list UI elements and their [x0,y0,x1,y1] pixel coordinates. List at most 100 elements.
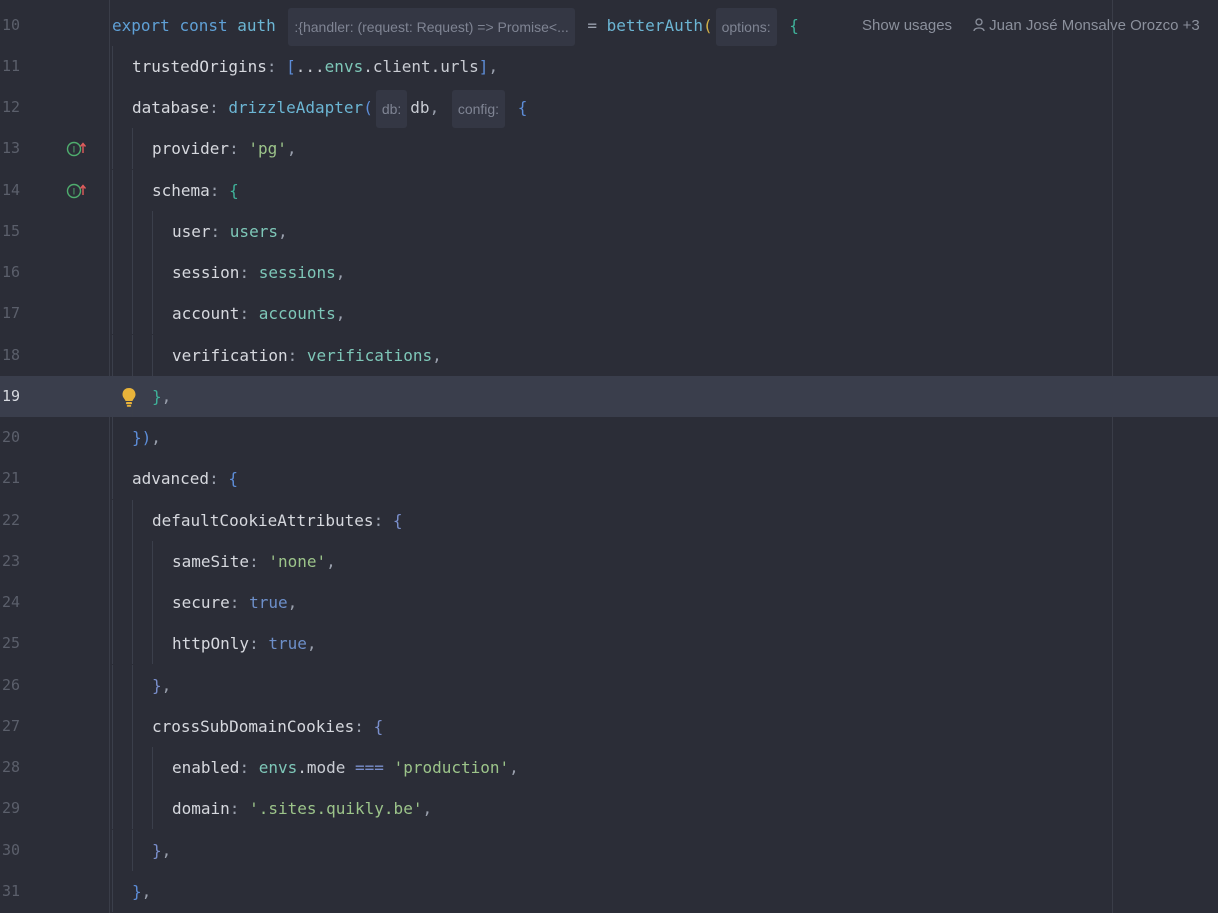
line-number[interactable]: 23 [0,541,32,582]
code-line-16[interactable]: 16 session: sessions, [0,252,1218,293]
code-line-19-current[interactable]: 19 }, [0,376,1218,417]
line-number[interactable]: 26 [0,665,32,706]
identifier-reference[interactable]: verifications [307,346,432,365]
code-text[interactable]: defaultCookieAttributes: { [152,500,402,541]
code-text[interactable]: }, [132,871,151,912]
code-line-14[interactable]: 14 I schema: { [0,170,1218,211]
code-text[interactable]: export const auth :{handler: (request: R… [112,5,799,46]
code-line-27[interactable]: 27 crossSubDomainCookies: { [0,706,1218,747]
line-number[interactable]: 18 [0,335,32,376]
code-text[interactable]: database: drizzleAdapter(db: db, config: … [132,87,527,128]
code-line-26[interactable]: 26 }, [0,665,1218,706]
author-annotation[interactable]: Juan José Monsalve Orozco +3 [973,5,1200,46]
identifier-reference[interactable]: sessions [259,263,336,282]
code-editor[interactable]: 10 export const auth :{handler: (request… [0,0,1218,913]
implementation-up-arrow-icon[interactable]: I [66,182,90,200]
line-number[interactable]: 10 [0,5,32,46]
line-number[interactable]: 21 [0,458,32,499]
property-key: defaultCookieAttributes [152,511,374,530]
code-line-25[interactable]: 25 httpOnly: true, [0,623,1218,664]
code-line-12[interactable]: 12 database: drizzleAdapter(db: db, confi… [0,87,1218,128]
code-line-30[interactable]: 30 }, [0,830,1218,871]
code-text[interactable]: advanced: { [132,458,238,499]
code-line-21[interactable]: 21 advanced: { [0,458,1218,499]
code-line-13[interactable]: 13 I provider: 'pg', [0,128,1218,169]
line-number[interactable]: 24 [0,582,32,623]
line-number[interactable]: 22 [0,500,32,541]
code-line-15[interactable]: 15 user: users, [0,211,1218,252]
line-number[interactable]: 12 [0,87,32,128]
code-line-11[interactable]: 11 trustedOrigins: [...envs.client.urls]… [0,46,1218,87]
property-key: provider [152,139,230,158]
line-number[interactable]: 15 [0,211,32,252]
code-line-20[interactable]: 20 }), [0,417,1218,458]
indent-guide [132,788,133,829]
code-line-28[interactable]: 28 enabled: envs.mode === 'production', [0,747,1218,788]
line-number[interactable]: 17 [0,293,32,334]
indent-guide [132,747,133,788]
comma: , [161,841,172,860]
line-number[interactable]: 11 [0,46,32,87]
code-line-17[interactable]: 17 account: accounts, [0,293,1218,334]
property-key: database [132,98,210,117]
code-text[interactable]: domain: '.sites.quikly.be', [172,788,432,829]
code-text[interactable]: enabled: envs.mode === 'production', [172,747,519,788]
line-number[interactable]: 27 [0,706,32,747]
line-number[interactable]: 28 [0,747,32,788]
code-text[interactable]: account: accounts, [172,293,345,334]
code-text[interactable]: httpOnly: true, [172,623,317,664]
code-text[interactable]: }, [152,376,171,417]
line-number[interactable]: 31 [0,871,32,912]
code-text[interactable]: user: users, [172,211,288,252]
implementation-up-arrow-icon[interactable]: I [66,140,90,158]
indent-guide [112,788,113,829]
type-hint[interactable]: :{handler: (request: Request) => Promise… [288,7,575,46]
close-brace: } [152,676,162,695]
line-number[interactable]: 16 [0,252,32,293]
comma: , [306,634,317,653]
indent-guide [112,252,113,293]
code-text[interactable]: }, [152,665,171,706]
line-number[interactable]: 30 [0,830,32,871]
identifier-auth[interactable]: auth [237,16,276,35]
code-line-23[interactable]: 23 sameSite: 'none', [0,541,1218,582]
identifier-db[interactable]: db [410,98,429,117]
line-number[interactable]: 19 [0,376,32,417]
lightbulb-icon[interactable] [120,386,138,408]
code-line-24[interactable]: 24 secure: true, [0,582,1218,623]
comma: , [151,428,161,447]
indent-guide [152,788,153,829]
line-number[interactable]: 13 [0,128,32,169]
colon: : [210,222,230,241]
code-line-31[interactable]: 31 }, [0,871,1218,912]
code-line-18[interactable]: 18 verification: verifications, [0,335,1218,376]
code-text[interactable]: }, [152,830,171,871]
code-text[interactable]: session: sessions, [172,252,345,293]
code-text[interactable]: }), [132,417,161,458]
code-line-10[interactable]: 10 export const auth :{handler: (request… [0,5,1218,46]
function-betterAuth[interactable]: betterAuth [607,16,703,35]
line-number[interactable]: 29 [0,788,32,829]
comma: , [326,552,336,571]
code-text[interactable]: provider: 'pg', [152,128,297,169]
code-line-29[interactable]: 29 domain: '.sites.quikly.be', [0,788,1218,829]
line-number[interactable]: 25 [0,623,32,664]
line-number[interactable]: 14 [0,170,32,211]
identifier-reference[interactable]: accounts [259,304,336,323]
function-drizzleAdapter[interactable]: drizzleAdapter [228,98,363,117]
code-line-22[interactable]: 22 defaultCookieAttributes: { [0,500,1218,541]
code-text[interactable]: verification: verifications, [172,335,442,376]
indent-guide [152,623,153,664]
code-text[interactable]: crossSubDomainCookies: { [152,706,383,747]
code-text[interactable]: schema: { [152,170,239,211]
colon: : [239,304,259,323]
open-brace: { [392,511,403,530]
code-text[interactable]: sameSite: 'none', [172,541,336,582]
code-text[interactable]: trustedOrigins: [...envs.client.urls], [132,46,498,87]
identifier-reference[interactable]: users [230,222,278,241]
identifier-envs[interactable]: envs [259,758,298,777]
code-text[interactable]: secure: true, [172,582,297,623]
show-usages-link[interactable]: Show usages [862,5,952,46]
identifier-envs[interactable]: envs [325,57,364,76]
line-number[interactable]: 20 [0,417,32,458]
